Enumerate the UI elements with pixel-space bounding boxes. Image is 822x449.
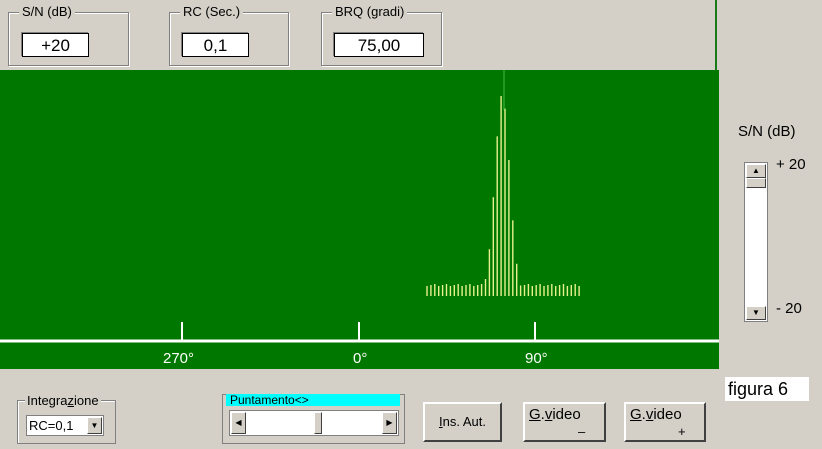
scroll-down-button[interactable]: ▼ [746,306,766,320]
triangle-down-icon: ▼ [752,308,760,317]
sn-field[interactable]: +20 [22,33,89,57]
triangle-left-icon: ◀ [235,418,242,427]
axis-label-270: 270° [163,350,195,367]
rc-label: RC (Sec.) [180,4,244,19]
g-video-plus-button[interactable]: G.video + [624,402,706,442]
scroll-left-button[interactable]: ◀ [231,412,246,434]
scroll-thumb[interactable] [314,412,322,434]
brq-group: BRQ (gradi) 75,00 [321,4,442,66]
sn-vertical-slider[interactable]: ▲ ▼ [744,162,768,322]
scope-display: 270° 0° 90° [0,70,719,369]
dropdown-arrow-button[interactable]: ▼ [87,417,102,434]
side-sn-title: S/N (dB) [738,123,796,140]
g-video-minus-button[interactable]: G.video – [523,402,606,442]
top-panel: S/N (dB) +20 RC (Sec.) 0,1 BRQ (gradi) 7… [0,0,717,70]
brq-field[interactable]: 75,00 [334,33,424,57]
integrazione-label: Integrazione [25,393,101,408]
right-panel [719,0,822,369]
slider-thumb[interactable] [746,178,766,188]
triangle-right-icon: ▶ [386,418,393,427]
axis-label-0: 0° [353,350,368,367]
triangle-down-icon: ▼ [90,421,99,430]
scale-bottom-label: - 20 [776,300,802,317]
sn-group: S/N (dB) +20 [8,4,129,66]
integrazione-value: RC=0,1 [29,418,74,433]
puntamento-scrollbar[interactable]: ◀ ▶ [229,410,399,436]
scroll-right-button[interactable]: ▶ [382,412,397,434]
axis-label-90: 90° [525,350,548,367]
brq-label: BRQ (gradi) [332,4,408,19]
rc-group: RC (Sec.) 0,1 [169,4,289,66]
puntamento-label: Puntamento<> [226,394,400,406]
signal-plot [0,70,719,343]
rc-field[interactable]: 0,1 [182,33,249,57]
triangle-up-icon: ▲ [752,166,760,175]
ins-aut-button[interactable]: Ins. Aut. [423,402,502,442]
integrazione-select[interactable]: RC=0,1 ▼ [26,415,104,436]
scale-top-label: + 20 [776,156,806,173]
sn-label: S/N (dB) [19,4,75,19]
scroll-up-button[interactable]: ▲ [746,164,766,178]
figure-caption: figura 6 [725,377,809,401]
